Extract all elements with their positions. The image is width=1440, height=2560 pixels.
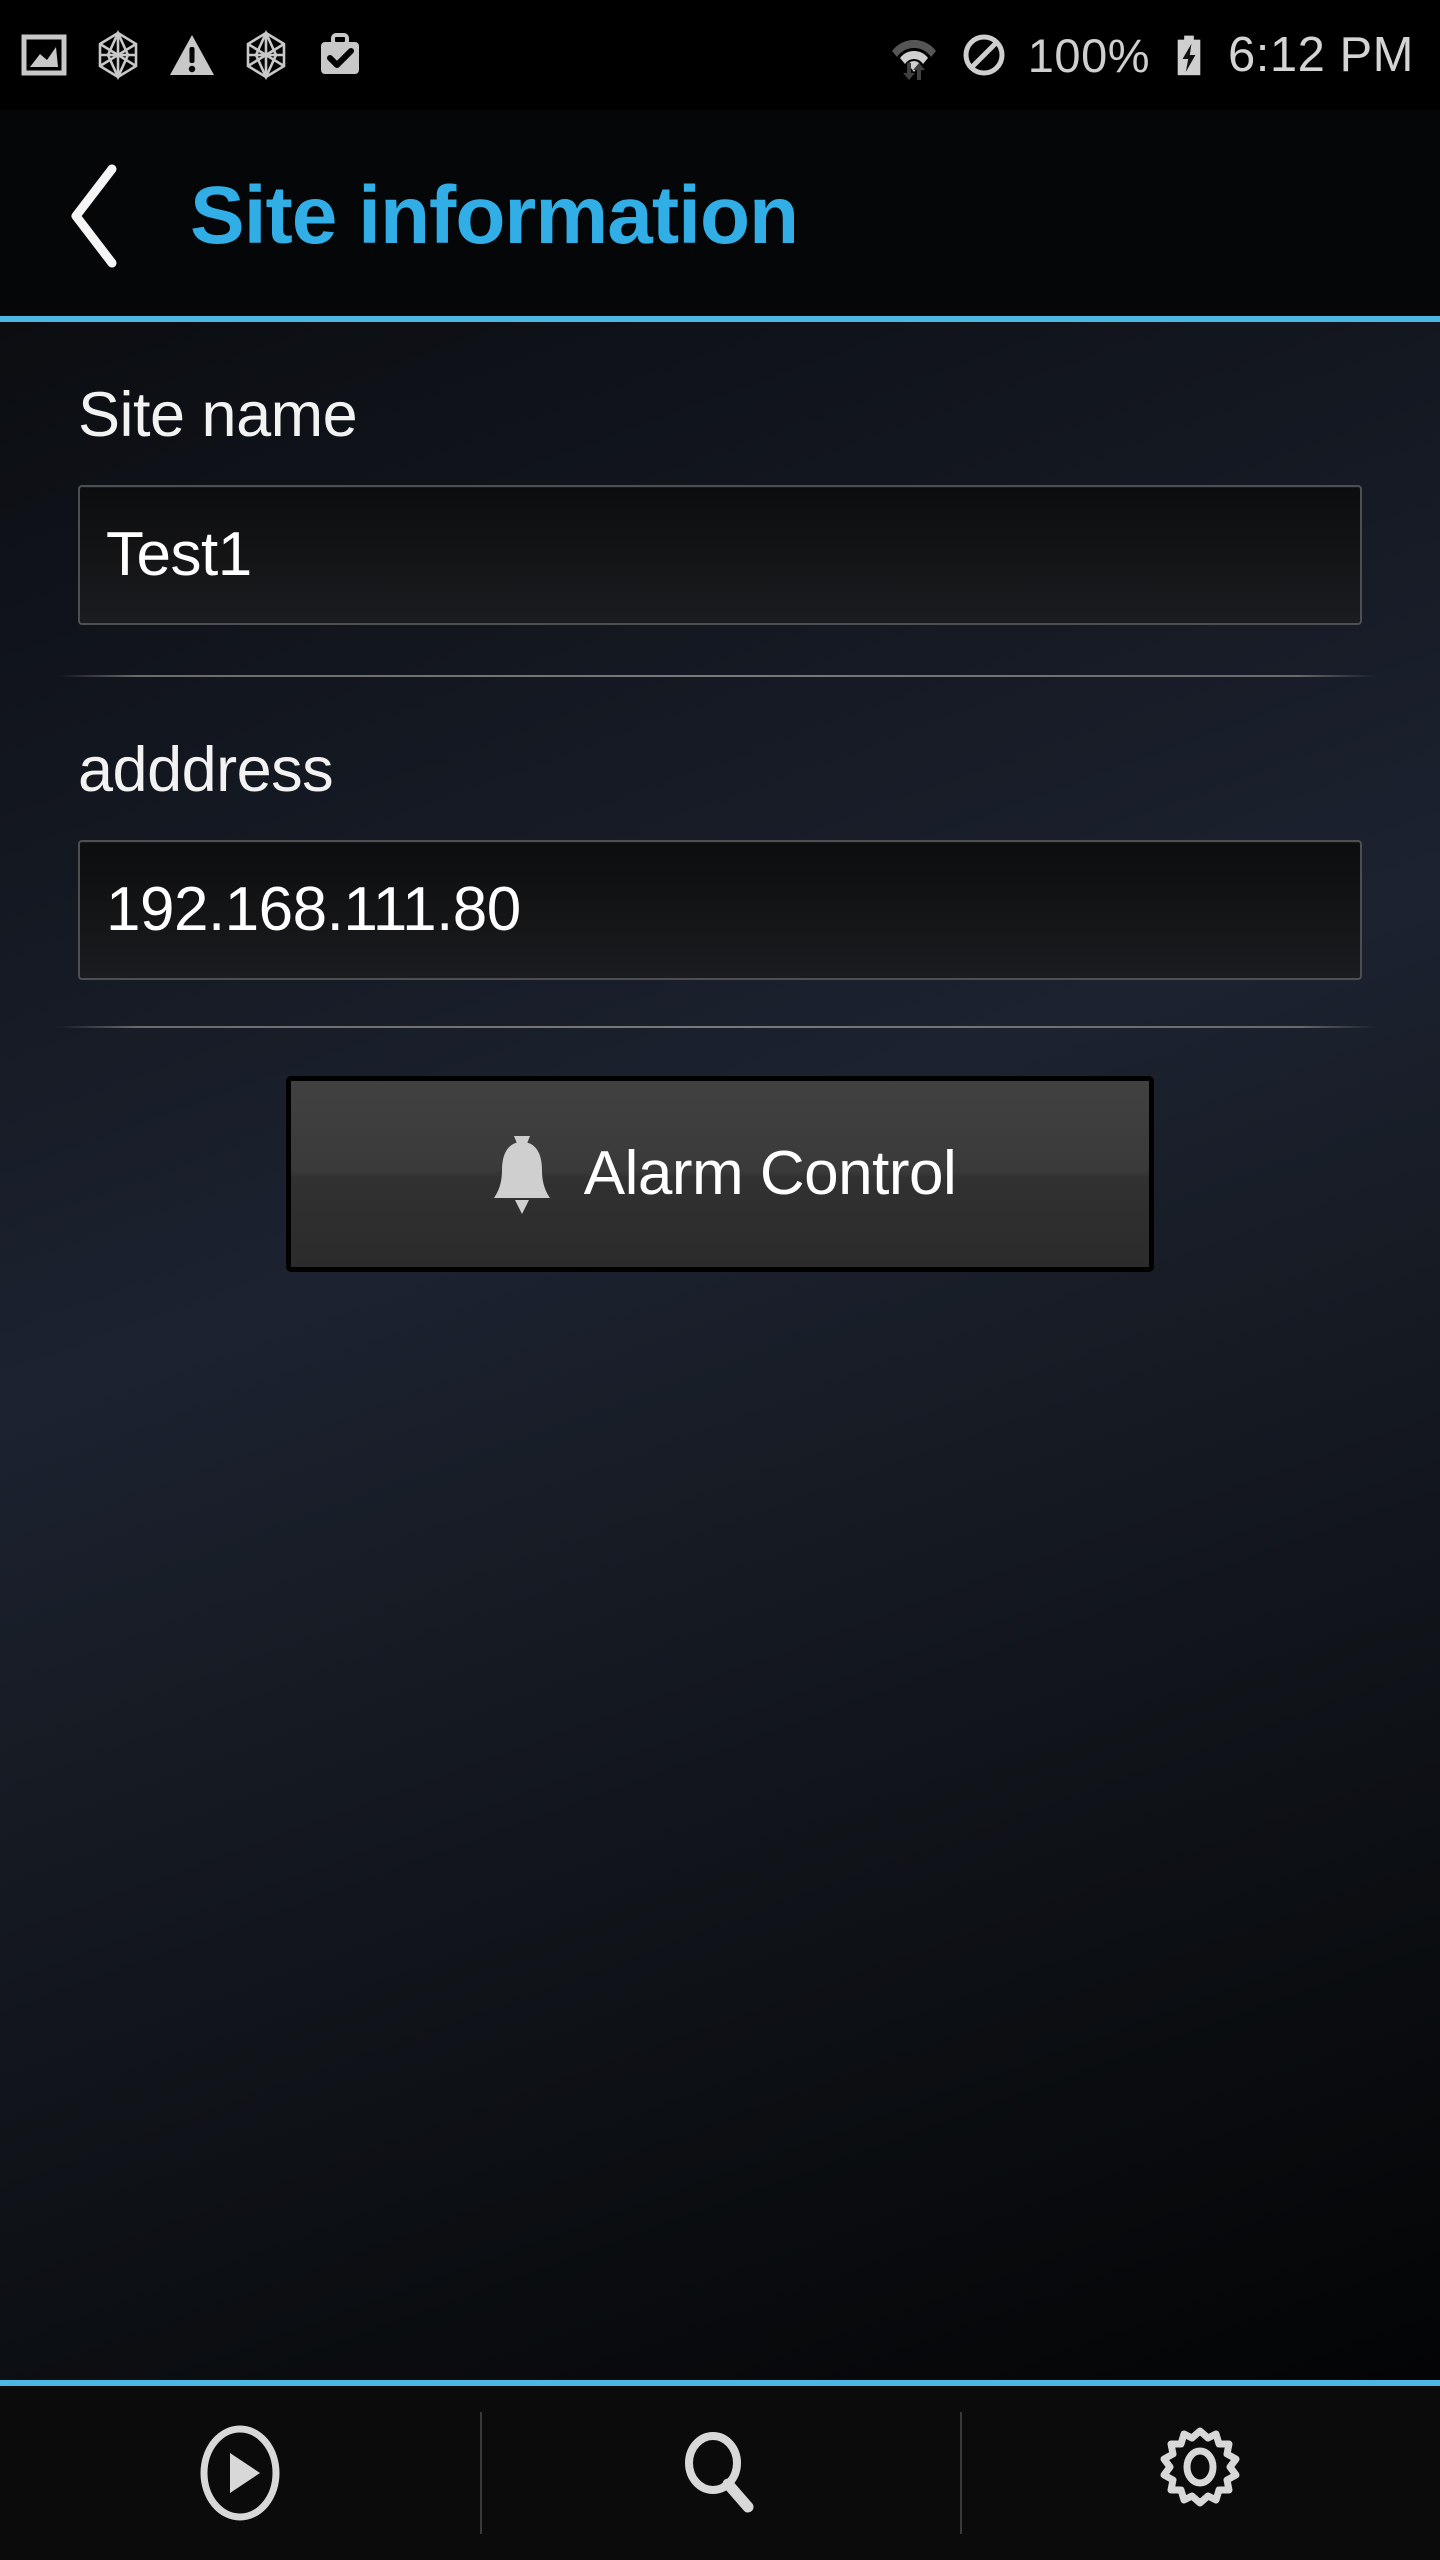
briefcase-check-icon [321,33,359,74]
battery-charging-icon [1177,35,1201,76]
status-bar-right: 100% 6:12 PM [888,27,1414,83]
bell-icon [493,1136,550,1214]
site-information-form: Site name Test1 adddress 192.168.111.80 [0,322,1440,2380]
back-button[interactable] [46,156,142,276]
hex-mesh-icon [98,29,138,81]
address-input[interactable]: 192.168.111.80 [78,840,1362,980]
phone-screen: 100% 6:12 PM Site information Site name … [0,0,1440,2560]
status-bar-left-icons [18,27,366,83]
site-name-input[interactable]: Test1 [78,485,1362,625]
address-label: adddress [78,735,334,805]
field-site-name: Site name Test1 [0,322,1440,625]
site-name-label: Site name [78,380,358,450]
battery-percent: 100% [1027,28,1151,82]
page-title: Site information [190,170,799,261]
back-chevron-icon [71,164,117,268]
status-bar: 100% 6:12 PM [0,0,1440,110]
field-address: adddress 192.168.111.80 [0,677,1440,980]
bottom-navigation-bar [0,2380,1440,2560]
warning-icon [170,35,214,75]
address-value: 192.168.111.80 [106,875,521,944]
nav-item-play[interactable] [0,2386,480,2560]
gear-icon [1160,2427,1240,2507]
title-bar: Site information [0,110,1440,322]
wifi-data-icon [891,39,936,80]
site-name-value: Test1 [106,520,252,589]
hex-mesh-icon-2 [246,29,286,81]
nav-item-settings[interactable] [960,2386,1440,2560]
alarm-control-row: Alarm Control [0,1028,1440,1272]
search-icon [685,2432,754,2513]
nav-item-search[interactable] [480,2386,960,2560]
image-icon [21,34,67,76]
clock: 6:12 PM [1228,27,1414,82]
play-circle-icon [200,2425,280,2521]
alarm-control-button[interactable]: Alarm Control [286,1076,1154,1272]
do-not-disturb-icon [963,34,1005,76]
alarm-control-label: Alarm Control [583,1139,957,1208]
